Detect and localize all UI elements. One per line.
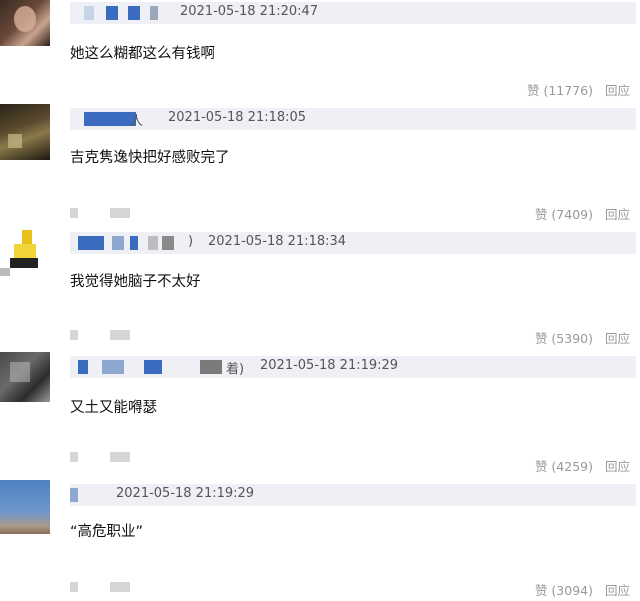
like-button[interactable]: 赞 (4259) <box>535 459 593 474</box>
comment-timestamp: 2021-05-18 21:18:34 <box>208 234 347 249</box>
comment-meta: 2021-05-18 21:19:29 <box>70 484 636 506</box>
username-blurred[interactable] <box>70 488 90 502</box>
avatar[interactable] <box>0 228 50 278</box>
avatar[interactable] <box>0 480 50 534</box>
username-suffix: 人 <box>130 114 144 129</box>
avatar[interactable] <box>0 104 50 160</box>
comment-item: 人 2021-05-18 21:18:05 吉克隽逸快把好感败完了 赞 (740… <box>0 104 640 224</box>
username-blurred[interactable] <box>78 6 166 20</box>
comment-timestamp: 2021-05-18 21:18:05 <box>168 110 307 125</box>
username-suffix: 着) <box>226 362 245 377</box>
username-blurred[interactable] <box>78 236 188 250</box>
comment-actions: 赞 (4259) 回应 <box>535 456 630 475</box>
blurred-content <box>70 330 150 340</box>
comment-meta: 人 2021-05-18 21:18:05 <box>70 108 636 130</box>
comment-meta: ) 2021-05-18 21:18:34 <box>70 232 636 254</box>
comment-meta: 2021-05-18 21:20:47 <box>70 2 636 24</box>
comment-text: 我觉得她脑子不太好 <box>70 274 201 290</box>
comment-timestamp: 2021-05-18 21:19:29 <box>260 358 399 373</box>
comment-item: 2021-05-18 21:19:29 “高危职业” 赞 (3094) 回应 <box>0 478 640 598</box>
reply-button[interactable]: 回应 <box>605 207 630 222</box>
comment-actions: 赞 (3094) 回应 <box>535 580 630 599</box>
comment-text: “高危职业” <box>70 524 144 540</box>
comment-item: 着) 2021-05-18 21:19:29 又土又能嘚瑟 赞 (4259) 回… <box>0 352 640 475</box>
blurred-content <box>70 208 150 218</box>
reply-button[interactable]: 回应 <box>605 331 630 346</box>
comment-timestamp: 2021-05-18 21:19:29 <box>116 486 255 501</box>
comment-actions: 赞 (11776) 回应 <box>527 80 630 99</box>
comment-actions: 赞 (7409) 回应 <box>535 204 630 223</box>
blurred-content <box>70 582 150 592</box>
reply-button[interactable]: 回应 <box>605 83 630 98</box>
avatar[interactable] <box>0 352 50 402</box>
like-button[interactable]: 赞 (5390) <box>535 331 593 346</box>
reply-button[interactable]: 回应 <box>605 583 630 598</box>
username-blurred[interactable] <box>78 360 228 374</box>
comment-text: 吉克隽逸快把好感败完了 <box>70 150 230 166</box>
comment-timestamp: 2021-05-18 21:20:47 <box>180 4 319 19</box>
blurred-content <box>70 452 150 462</box>
comment-item: 2021-05-18 21:20:47 她这么糊都这么有钱啊 赞 (11776)… <box>0 0 640 120</box>
like-button[interactable]: 赞 (3094) <box>535 583 593 598</box>
comment-item: ) 2021-05-18 21:18:34 我觉得她脑子不太好 赞 (5390)… <box>0 228 640 348</box>
like-button[interactable]: 赞 (7409) <box>535 207 593 222</box>
reply-button[interactable]: 回应 <box>605 459 630 474</box>
comment-text: 又土又能嘚瑟 <box>70 400 157 416</box>
avatar[interactable] <box>0 0 50 46</box>
comment-meta: 着) 2021-05-18 21:19:29 <box>70 356 636 378</box>
username-suffix: ) <box>188 234 194 249</box>
comment-actions: 赞 (5390) 回应 <box>535 328 630 347</box>
comment-text: 她这么糊都这么有钱啊 <box>70 46 215 62</box>
like-button[interactable]: 赞 (11776) <box>527 83 593 98</box>
